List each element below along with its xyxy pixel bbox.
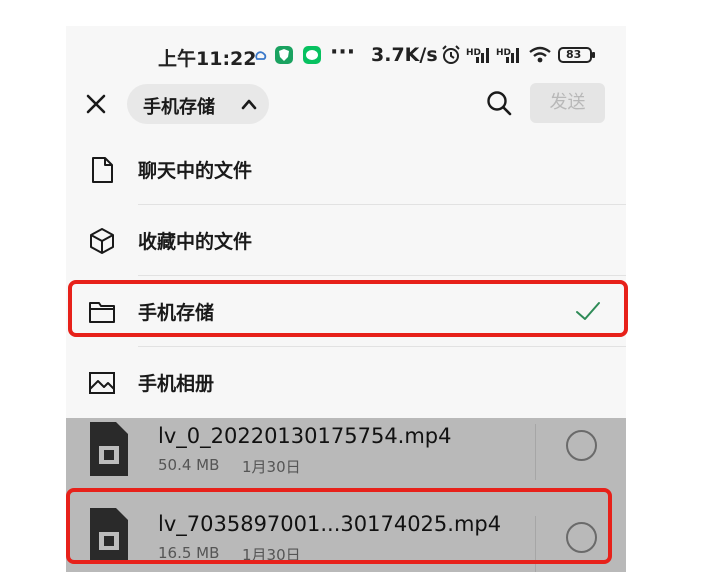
menu-item-phone-album[interactable]: 手机相册 bbox=[66, 347, 626, 417]
divider bbox=[535, 424, 536, 480]
file-name: lv_0_20220130175754.mp4 bbox=[158, 424, 452, 448]
location-selector[interactable]: 手机存储 bbox=[127, 84, 269, 124]
highlight-box bbox=[68, 280, 628, 337]
file-date: 1月30日 bbox=[242, 458, 301, 476]
svg-text:HD: HD bbox=[466, 48, 481, 58]
file-size: 50.4 MB bbox=[158, 456, 220, 474]
search-icon[interactable] bbox=[486, 90, 512, 116]
highlight-box bbox=[66, 488, 612, 564]
location-selector-label: 手机存储 bbox=[143, 97, 215, 118]
menu-item-label: 手机相册 bbox=[138, 373, 215, 395]
cube-icon bbox=[90, 228, 114, 254]
document-icon bbox=[92, 157, 113, 183]
network-speed: 3.7K/s bbox=[371, 44, 438, 66]
alarm-icon bbox=[442, 45, 460, 64]
status-overflow: ··· bbox=[330, 40, 356, 65]
close-icon[interactable] bbox=[84, 92, 108, 116]
file-select-radio[interactable] bbox=[566, 430, 597, 461]
signal-icon: HD bbox=[466, 48, 489, 63]
shield-app-icon bbox=[275, 46, 293, 64]
location-dropdown-panel: 上午11:22 ··· 3.7K/s HD HD 83 手机存储 发送 聊天中的… bbox=[66, 26, 626, 418]
status-time: 上午11:22 bbox=[158, 48, 257, 70]
cloud-icon bbox=[255, 51, 267, 60]
menu-item-label: 收藏中的文件 bbox=[138, 231, 253, 253]
battery-level: 83 bbox=[566, 48, 582, 61]
wechat-icon bbox=[303, 46, 321, 64]
picker-header: 手机存储 发送 bbox=[66, 80, 626, 128]
video-file-icon bbox=[90, 422, 128, 476]
send-button[interactable]: 发送 bbox=[530, 83, 605, 123]
wifi-icon bbox=[529, 46, 551, 63]
menu-item-favorites-files[interactable]: 收藏中的文件 bbox=[66, 205, 626, 275]
chevron-up-icon bbox=[241, 99, 257, 110]
signal-icon: HD bbox=[496, 48, 519, 63]
menu-item-chat-files[interactable]: 聊天中的文件 bbox=[66, 134, 626, 204]
menu-item-label: 聊天中的文件 bbox=[138, 160, 253, 182]
status-bar: 上午11:22 ··· 3.7K/s HD HD 83 bbox=[66, 26, 626, 70]
svg-text:HD: HD bbox=[496, 48, 511, 58]
image-icon bbox=[89, 372, 115, 394]
